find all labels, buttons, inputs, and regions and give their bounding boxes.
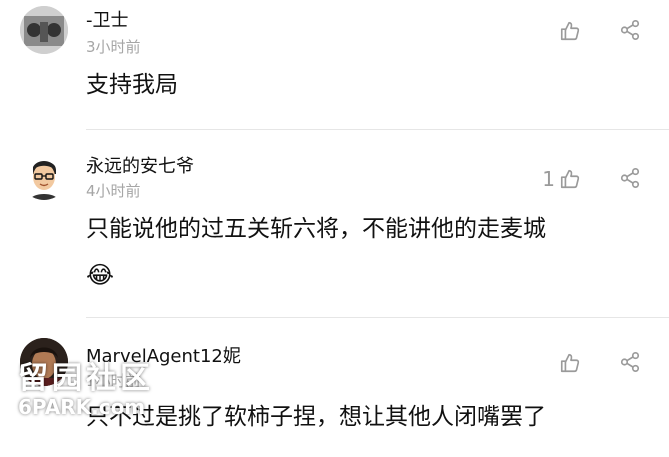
like-button[interactable] [555, 350, 581, 376]
comment-text: 只不过是挑了软柿子捏，想让其他人闭嘴罢了 [86, 404, 546, 430]
timestamp: 1小时前 [86, 372, 141, 390]
guard-avatar-image [20, 6, 68, 54]
thumbs-up-icon [559, 20, 581, 42]
timestamp: 3小时前 [86, 38, 141, 56]
share-button[interactable] [619, 167, 643, 191]
avatar[interactable] [20, 338, 68, 386]
comment-text: 只能说他的过五关斩六将，不能讲他的走麦城 [86, 216, 546, 242]
share-icon [620, 352, 640, 372]
comment-text: 支持我局 [86, 72, 178, 98]
avatar[interactable] [20, 6, 68, 54]
photo-avatar-image [20, 338, 68, 386]
comment-item: -卫士 3小时前 支持我局 [0, 0, 669, 130]
like-button[interactable]: 1 [542, 166, 581, 192]
username[interactable]: 永远的安七爷 [86, 152, 194, 178]
username[interactable]: -卫士 [86, 6, 129, 32]
share-icon [620, 20, 640, 40]
like-button[interactable] [555, 18, 581, 44]
share-button[interactable] [619, 351, 643, 375]
share-icon [620, 168, 640, 188]
comment-item: 永远的安七爷 4小时前 只能说他的过五关斩六将，不能讲他的走麦城 😂 1 [0, 130, 669, 318]
username[interactable]: MarvelAgent12妮 [86, 342, 241, 368]
like-count: 1 [542, 167, 555, 191]
timestamp: 4小时前 [86, 182, 141, 200]
share-button[interactable] [619, 19, 643, 43]
cartoon-man-avatar-image [20, 152, 68, 200]
emoji-laugh-icon: 😂 [86, 261, 115, 289]
thumbs-up-icon [559, 352, 581, 374]
thumbs-up-icon [559, 168, 581, 190]
comment-item: MarvelAgent12妮 1小时前 只不过是挑了软柿子捏，想让其他人闭嘴罢了 [0, 318, 669, 457]
avatar[interactable] [20, 152, 68, 200]
